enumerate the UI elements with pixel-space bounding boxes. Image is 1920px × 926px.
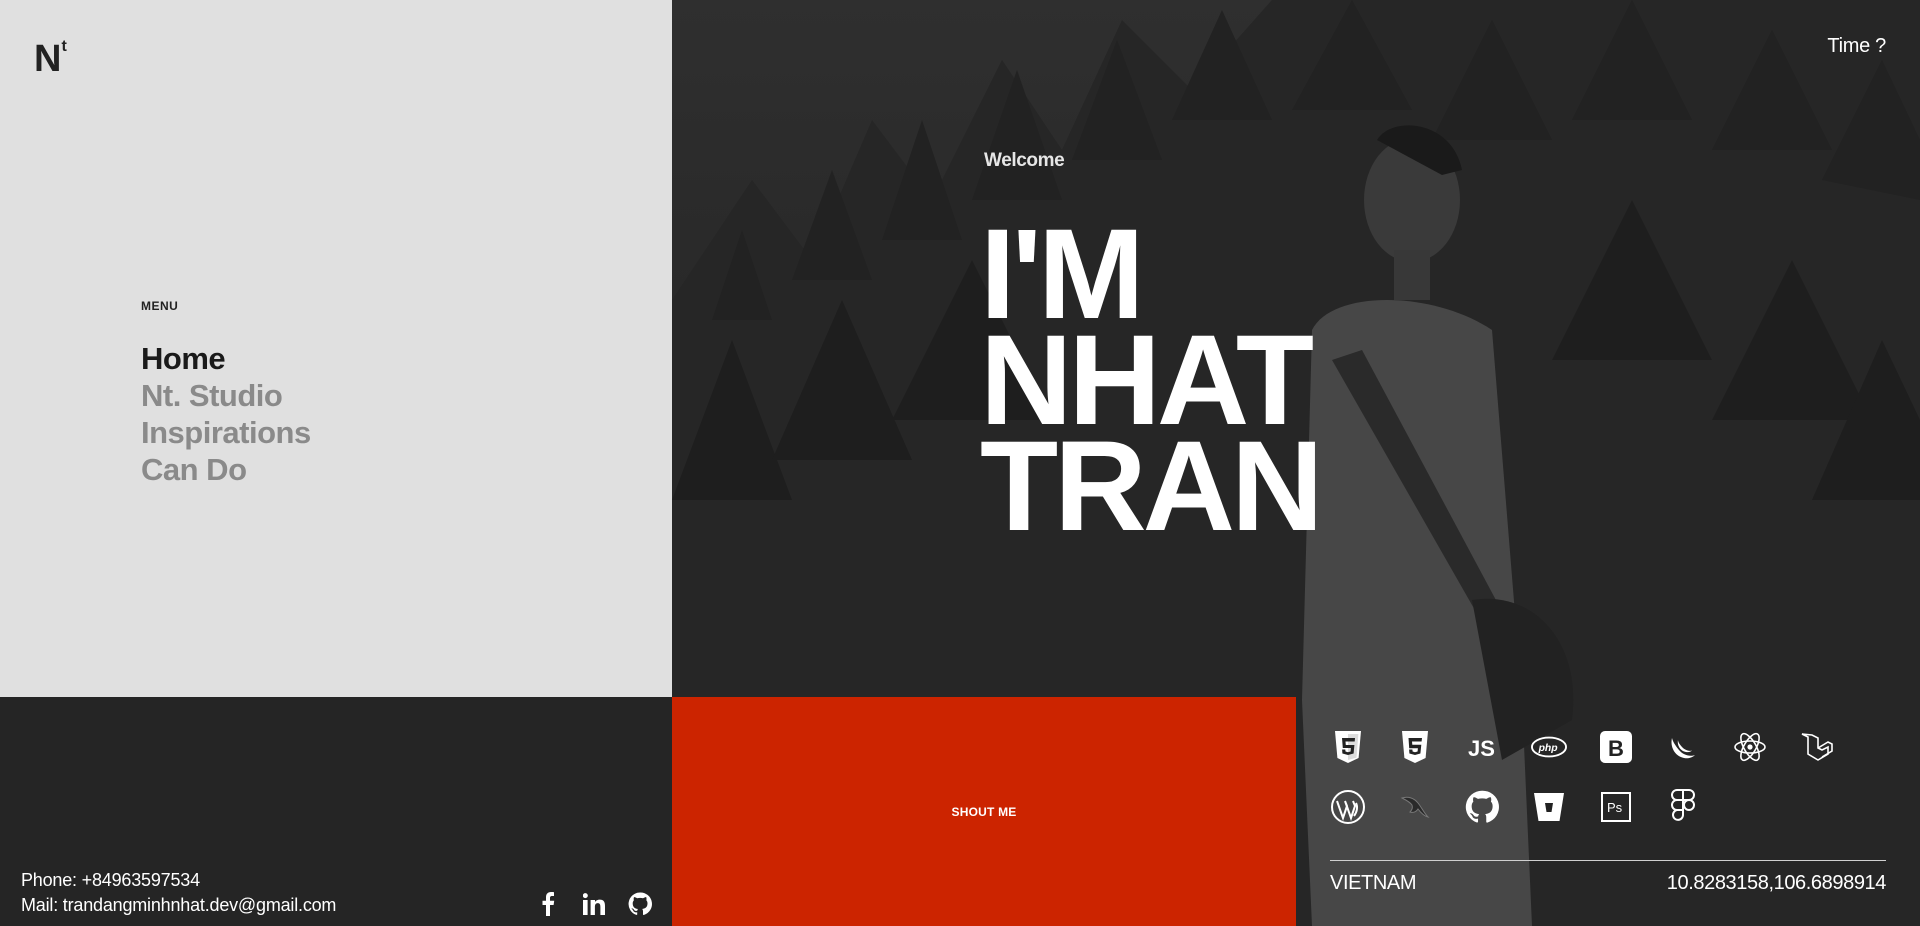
contact-info: Phone: +84963597534 Mail: trandangminhnh… <box>21 868 336 918</box>
hero-headline: I'M NHAT TRAN <box>980 211 1323 558</box>
svg-text:B: B <box>1608 736 1624 761</box>
skills-row: JS php B <box>1330 729 1870 765</box>
skills-row: Ps <box>1330 789 1870 825</box>
bootstrap-icon: B <box>1598 729 1634 765</box>
php-icon: php <box>1531 729 1567 765</box>
location-divider <box>1330 860 1886 861</box>
bitbucket-icon <box>1531 789 1567 825</box>
welcome-text: Welcome <box>984 150 1065 171</box>
contact-panel: Phone: +84963597534 Mail: trandangminhnh… <box>0 697 672 926</box>
svg-text:php: php <box>1538 743 1559 754</box>
svg-text:JS: JS <box>1468 736 1495 758</box>
social-links <box>534 890 654 918</box>
menu-item-can-do[interactable]: Can Do <box>141 451 311 488</box>
menu-label: MENU <box>141 299 179 313</box>
mysql-icon <box>1397 789 1433 825</box>
laravel-icon <box>1799 729 1835 765</box>
time-button[interactable]: Time ? <box>1827 35 1886 58</box>
menu-item-inspirations[interactable]: Inspirations <box>141 414 311 451</box>
shout-me-button[interactable]: SHOUT ME <box>672 697 1296 926</box>
css3-icon <box>1397 729 1433 765</box>
wordpress-icon <box>1330 789 1366 825</box>
github-icon <box>1464 789 1500 825</box>
figma-icon <box>1665 789 1701 825</box>
js-icon: JS <box>1464 729 1500 765</box>
country-label: VIETNAM <box>1330 872 1417 894</box>
svg-text:Ps: Ps <box>1607 800 1623 815</box>
github-icon[interactable] <box>626 890 654 918</box>
headline-line-3: TRAN <box>980 415 1323 558</box>
photoshop-icon: Ps <box>1598 789 1634 825</box>
react-icon <box>1732 729 1768 765</box>
menu-item-home[interactable]: Home <box>141 340 311 377</box>
coordinates-label: 10.8283158,106.6898914 <box>1666 872 1887 894</box>
phone-text[interactable]: Phone: +84963597534 <box>21 868 336 893</box>
facebook-icon[interactable] <box>534 890 562 918</box>
linkedin-icon[interactable] <box>580 890 608 918</box>
logo[interactable]: Nt <box>34 38 67 81</box>
menu-item-nt-studio[interactable]: Nt. Studio <box>141 377 311 414</box>
main-menu: Home Nt. Studio Inspirations Can Do <box>141 340 311 488</box>
mail-text[interactable]: Mail: trandangminhnhat.dev@gmail.com <box>21 893 336 918</box>
html5-icon <box>1330 729 1366 765</box>
jquery-icon <box>1665 729 1701 765</box>
menu-panel: Nt MENU Home Nt. Studio Inspirations Can… <box>0 0 672 697</box>
skills-grid: JS php B Ps <box>1330 729 1870 849</box>
